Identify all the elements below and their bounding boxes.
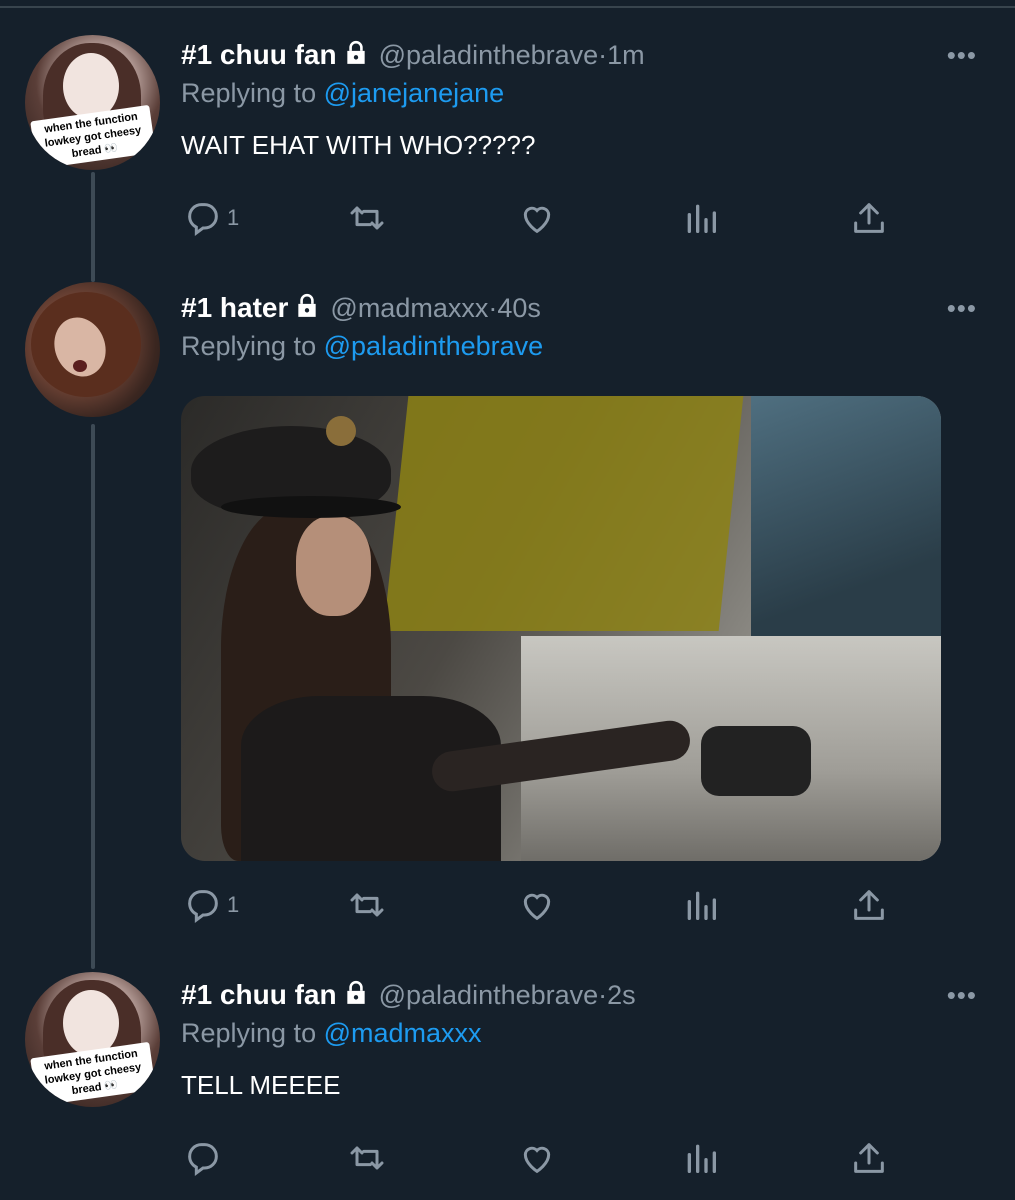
analytics-button[interactable] bbox=[681, 198, 721, 238]
reply-icon bbox=[188, 890, 218, 923]
pilot-hat-brim bbox=[221, 496, 401, 518]
tweet-actions: 1 bbox=[181, 885, 901, 925]
user-handle[interactable]: @paladinthebrave bbox=[379, 40, 599, 71]
tweet-header: #1 hater @madmaxxx · 40s bbox=[181, 288, 541, 328]
thread-connector bbox=[91, 424, 95, 969]
timestamp[interactable]: 40s bbox=[497, 293, 541, 324]
tweet-text: TELL MEEEE bbox=[181, 1070, 341, 1100]
share-icon bbox=[854, 890, 884, 920]
analytics-icon bbox=[687, 1144, 716, 1173]
separator: · bbox=[598, 39, 608, 70]
like-button[interactable] bbox=[516, 1138, 558, 1178]
user-handle[interactable]: @paladinthebrave bbox=[379, 980, 599, 1011]
avatar[interactable]: when the function lowkey got cheesy brea… bbox=[25, 35, 160, 170]
analytics-button[interactable] bbox=[681, 1138, 721, 1178]
display-name[interactable]: #1 chuu fan bbox=[181, 39, 337, 71]
replying-to: Replying to @madmaxxx bbox=[181, 1018, 482, 1049]
reply-button[interactable]: 1 bbox=[183, 198, 239, 238]
analytics-button[interactable] bbox=[681, 885, 721, 925]
tweet-header: #1 chuu fan @paladinthebrave · 2s bbox=[181, 975, 636, 1015]
top-divider bbox=[0, 6, 1015, 8]
like-button[interactable] bbox=[516, 885, 558, 925]
lock-icon bbox=[294, 293, 320, 324]
tweet-header: #1 chuu fan @paladinthebrave · 1m bbox=[181, 35, 645, 75]
analytics-icon bbox=[687, 891, 716, 920]
avatar-face bbox=[63, 990, 119, 1056]
mention-link[interactable]: @paladinthebrave bbox=[324, 331, 544, 361]
user-handle[interactable]: @madmaxxx bbox=[330, 293, 488, 324]
tweet-text: WAIT EHAT WITH WHO????? bbox=[181, 130, 536, 160]
avatar-face bbox=[63, 53, 119, 119]
retweet-button[interactable] bbox=[346, 885, 388, 925]
retweet-icon bbox=[350, 206, 384, 230]
separator: · bbox=[598, 979, 608, 1010]
replying-prefix: Replying to bbox=[181, 331, 317, 361]
separator: · bbox=[488, 292, 498, 323]
avatar[interactable]: when the function lowkey got cheesy brea… bbox=[25, 972, 160, 1107]
replying-prefix: Replying to bbox=[181, 78, 317, 108]
reply-icon bbox=[188, 1143, 218, 1176]
display-name[interactable]: #1 hater bbox=[181, 292, 288, 324]
pilot-face bbox=[296, 516, 371, 616]
tweet-actions: 1 bbox=[181, 198, 901, 238]
avatar[interactable] bbox=[25, 282, 160, 417]
share-button[interactable] bbox=[849, 198, 889, 238]
mention-link[interactable]: @madmaxxx bbox=[324, 1018, 482, 1048]
retweet-icon bbox=[350, 893, 384, 917]
analytics-icon bbox=[687, 204, 716, 233]
like-icon bbox=[523, 893, 551, 921]
reply-count: 1 bbox=[227, 892, 240, 917]
retweet-button[interactable] bbox=[346, 1138, 388, 1178]
avatar-mouth bbox=[73, 360, 87, 372]
more-icon[interactable]: ••• bbox=[947, 293, 977, 324]
control-yoke bbox=[701, 726, 811, 796]
replying-to: Replying to @janejanejane bbox=[181, 78, 504, 109]
like-icon bbox=[523, 1146, 551, 1174]
like-button[interactable] bbox=[516, 198, 558, 238]
cockpit-window bbox=[751, 396, 941, 656]
more-icon[interactable]: ••• bbox=[947, 40, 977, 71]
pilot-hat-badge bbox=[326, 416, 356, 446]
like-icon bbox=[523, 206, 551, 234]
tweet-actions bbox=[181, 1138, 901, 1178]
share-button[interactable] bbox=[849, 1138, 889, 1178]
retweet-icon bbox=[350, 1146, 384, 1170]
thread-connector bbox=[91, 172, 95, 282]
display-name[interactable]: #1 chuu fan bbox=[181, 979, 337, 1011]
timestamp[interactable]: 2s bbox=[607, 980, 636, 1011]
share-button[interactable] bbox=[849, 885, 889, 925]
replying-to: Replying to @paladinthebrave bbox=[181, 331, 543, 362]
reply-button[interactable] bbox=[183, 1138, 227, 1178]
timestamp[interactable]: 1m bbox=[607, 40, 645, 71]
replying-prefix: Replying to bbox=[181, 1018, 317, 1048]
lock-icon bbox=[343, 40, 369, 71]
share-icon bbox=[854, 1143, 884, 1173]
reply-icon bbox=[188, 203, 218, 236]
tweet-media-video[interactable] bbox=[181, 396, 941, 861]
more-icon[interactable]: ••• bbox=[947, 980, 977, 1011]
sun-visor bbox=[383, 396, 744, 631]
mention-link[interactable]: @janejanejane bbox=[324, 78, 505, 108]
reply-button[interactable]: 1 bbox=[183, 885, 239, 925]
retweet-button[interactable] bbox=[346, 198, 388, 238]
reply-count: 1 bbox=[227, 205, 240, 230]
lock-icon bbox=[343, 980, 369, 1011]
share-icon bbox=[854, 203, 884, 233]
